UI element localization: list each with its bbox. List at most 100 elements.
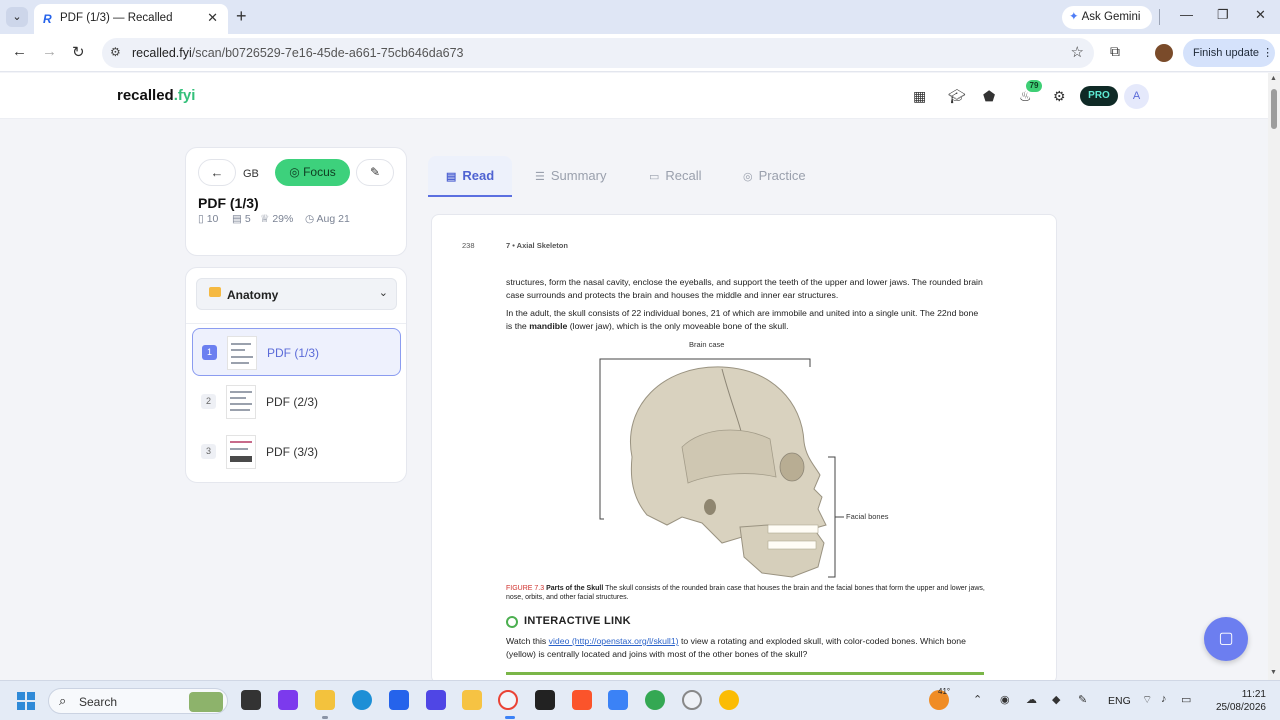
notes-fab-button[interactable]: ▢ [1204, 617, 1248, 661]
edit-pencil-icon: ✎ [369, 165, 381, 179]
brain-icon[interactable]: ⬟ [983, 88, 995, 105]
user-avatar[interactable]: A [1124, 84, 1149, 109]
pdf-viewer[interactable]: 238 7 • Axial Skeleton structures, form … [431, 214, 1057, 684]
pdf-item-label: PDF (2/3) [266, 395, 319, 409]
taskbar-search[interactable]: ⌕ Search [48, 688, 228, 714]
volume-icon[interactable]: ♪ [1161, 693, 1167, 705]
tab-practice-label: Practice [758, 168, 806, 183]
url-path: /scan/b0726529-7e16-45de-a661-75cb646da6… [191, 46, 464, 60]
cards-icon: ▤ [232, 213, 242, 225]
running-head: 7 • Axial Skeleton [506, 241, 568, 250]
running-indicator [322, 716, 328, 719]
tab-read[interactable]: ▤ Read [428, 156, 512, 197]
back-button[interactable]: ← [198, 159, 236, 186]
pdf-item-number: 1 [202, 345, 217, 360]
forward-nav-icon[interactable]: → [42, 43, 57, 60]
app-launcher-icon[interactable] [426, 690, 446, 710]
tray-app-icon[interactable]: ◉ [1000, 693, 1010, 706]
finish-update-button[interactable]: Finish update ⋮ [1183, 39, 1275, 67]
window-close-button[interactable]: ✕ [1255, 7, 1266, 23]
tab-summary[interactable]: ☰ Summary [535, 156, 607, 197]
chrome-icon[interactable] [498, 690, 518, 710]
pdf-list-item-1[interactable]: 1 PDF (1/3) [192, 328, 401, 376]
pdf-thumbnail [226, 385, 256, 419]
document-title: PDF (1/3) [198, 195, 259, 211]
brave-icon[interactable] [572, 690, 592, 710]
store-icon[interactable] [389, 690, 409, 710]
cloud-icon[interactable]: ☁ [1026, 693, 1037, 706]
file-explorer-icon[interactable] [315, 690, 335, 710]
app-icon[interactable] [682, 690, 702, 710]
minimize-button[interactable]: — [1180, 7, 1193, 22]
tab-recall[interactable]: ▭ Recall [649, 156, 702, 197]
language-code[interactable]: GB [243, 168, 259, 180]
clock-date: 25/08/2026 [1215, 702, 1266, 713]
bookmark-star-icon[interactable]: ☆ [1071, 43, 1084, 61]
clock-time: 11:21 [1241, 689, 1266, 700]
paragraph-2-b: (lower jaw), which is the only moveable … [567, 320, 789, 331]
reload-icon[interactable]: ↻ [72, 43, 85, 61]
section-rule [506, 672, 984, 675]
tab-search-dropdown[interactable]: ⌄ [6, 7, 28, 27]
pdf-list-item-3[interactable]: 3 PDF (3/3) [192, 428, 401, 476]
tray-app2-icon[interactable]: ◆ [1052, 693, 1060, 706]
back-nav-icon[interactable]: ← [12, 43, 27, 60]
drive-icon[interactable] [462, 690, 482, 710]
temperature: 41° [938, 687, 951, 696]
copilot-icon[interactable] [278, 690, 298, 710]
wifi-icon[interactable]: ⌔ [1142, 693, 1152, 707]
close-tab-icon[interactable]: ✕ [207, 10, 218, 26]
settings-gear-icon[interactable]: ⚙ [1053, 88, 1066, 105]
task-view-icon[interactable] [241, 690, 261, 710]
extensions-icon[interactable]: ⧉ [1110, 43, 1120, 60]
tray-app3-icon[interactable]: ✎ [1078, 693, 1087, 706]
scroll-down-icon[interactable]: ▼ [1270, 669, 1277, 676]
edge-icon[interactable] [352, 690, 372, 710]
ask-gemini-label: Ask Gemini [1081, 11, 1141, 23]
chrome-profile-icon[interactable] [645, 690, 665, 710]
site-info-icon[interactable]: ⚙ [110, 45, 121, 59]
caption-figure-number: FIGURE 7.3 [506, 585, 545, 592]
chevron-up-icon[interactable]: ⌃ [973, 693, 982, 706]
grid-icon[interactable]: ▦ [913, 88, 926, 105]
pdf-list-item-2[interactable]: 2 PDF (2/3) [192, 378, 401, 426]
tab-practice[interactable]: ◎ Practice [743, 156, 806, 197]
cards-icon: ▭ [649, 171, 660, 183]
url-omnibox[interactable]: ⚙ recalled.fyi/scan/b0726529-7e16-45de-a… [102, 38, 1094, 68]
video-link[interactable]: video (http://openstax.org/l/skull1) [549, 636, 679, 646]
windows-start-icon[interactable] [17, 692, 35, 710]
notepad-icon[interactable] [608, 690, 628, 710]
meta-pages: ▯ 10 [198, 213, 218, 225]
ask-gemini-button[interactable]: ✦ Ask Gemini [1062, 6, 1152, 29]
restore-button[interactable]: ❐ [1217, 7, 1229, 23]
browser-tab[interactable]: R PDF (1/3) — Recalled ✕ [34, 4, 228, 34]
battery-icon[interactable]: ▭ [1181, 693, 1191, 706]
recalled-favicon-icon: R [43, 12, 52, 26]
graduation-cap-icon[interactable]: 🎓︎ [948, 88, 966, 105]
pro-badge[interactable]: PRO [1080, 86, 1118, 106]
browser-tab-bar: ⌄ R PDF (1/3) — Recalled ✕ + ✦ Ask Gemini… [0, 0, 1280, 34]
document-info-card: ← GB ◎ Focus ✎ PDF (1/3) ▯ 10 ▤ 5 ♕ 29% … [185, 147, 407, 256]
meta-pages-value: 10 [206, 213, 219, 225]
profile-avatar[interactable] [1155, 44, 1173, 62]
list-icon: ☰ [535, 171, 545, 183]
focus-button[interactable]: ◎ Focus [275, 159, 350, 186]
page-icon: ▯ [198, 213, 204, 225]
url-host: recalled.fyi [132, 46, 192, 60]
scroll-thumb[interactable] [1271, 89, 1277, 129]
folder-select[interactable]: Anatomy ⌄ [196, 278, 397, 310]
language-indicator[interactable]: ENG [1108, 695, 1131, 707]
interactive-link-heading: INTERACTIVE LINK [524, 615, 631, 627]
scroll-up-icon[interactable]: ▲ [1270, 75, 1277, 82]
page-scrollbar[interactable]: ▲ ▼ [1268, 73, 1280, 680]
system-clock[interactable]: 11:21 25/08/2026 [1208, 688, 1266, 714]
new-tab-button[interactable]: + [236, 6, 247, 27]
edit-button[interactable]: ✎ [356, 159, 394, 186]
page-number: 238 [462, 241, 475, 250]
skull-figure [599, 358, 844, 578]
active-indicator [505, 716, 515, 719]
recalled-logo[interactable]: recalled.fyi [117, 87, 195, 104]
chrome-alt-icon[interactable] [719, 690, 739, 710]
terminal-icon[interactable] [535, 690, 555, 710]
folder-card: Anatomy ⌄ 1 PDF (1/3) 2 PDF (2/3) 3 PDF … [185, 267, 407, 483]
